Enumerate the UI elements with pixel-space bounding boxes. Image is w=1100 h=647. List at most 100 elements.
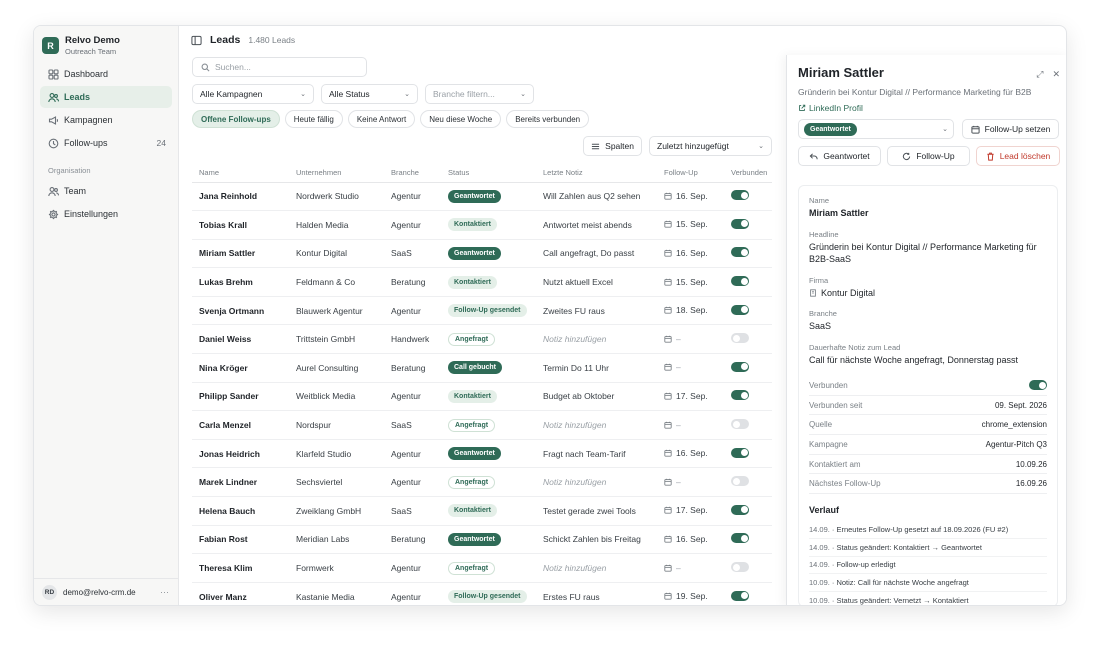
status-badge[interactable]: Kontaktiert [448, 504, 497, 518]
lead-note[interactable]: Notiz hinzufügen [536, 553, 657, 583]
close-icon[interactable]: ✕ [1052, 69, 1060, 80]
table-row[interactable]: Philipp Sander Weitblick Media Agentur Kont… [192, 382, 772, 412]
table-row[interactable]: Fabian Rost Meridian Labs Beratung Geantwor… [192, 525, 772, 555]
followup-date[interactable]: 16. Sep. [664, 534, 708, 544]
status-badge[interactable]: Follow-Up gesendet [448, 590, 527, 604]
status-badge[interactable]: Angefragt [448, 475, 496, 489]
expand-icon[interactable]: ⤢ [1036, 69, 1043, 80]
status-badge[interactable]: Geantwortet [448, 532, 501, 546]
filter-select[interactable]: Alle Kampagnen ⌄ [192, 84, 314, 104]
status-select[interactable]: Geantwortet ⌄ [798, 119, 954, 139]
followup-date[interactable]: 16. Sep. [664, 448, 708, 458]
connected-toggle[interactable] [731, 447, 749, 458]
followup-date[interactable]: – [664, 362, 681, 372]
filter-chip[interactable]: Bereits verbunden [506, 110, 590, 128]
connected-toggle[interactable] [731, 333, 749, 344]
followup-date[interactable]: 19. Sep. [664, 591, 708, 601]
table-row[interactable]: Tobias Krall Halden Media Agentur Kontaktie… [192, 210, 772, 240]
followup-date[interactable]: 16. Sep. [664, 248, 708, 258]
followup-date[interactable]: 17. Sep. [664, 505, 708, 515]
column-header[interactable]: Branche [384, 164, 441, 183]
column-header[interactable]: Follow-Up [657, 164, 724, 183]
lead-name[interactable]: Helena Bauch [192, 496, 289, 526]
connected-toggle[interactable] [1029, 380, 1047, 391]
lead-note[interactable]: Notiz hinzufügen [536, 467, 657, 498]
answered-button[interactable]: Geantwortet [798, 146, 881, 166]
followup-date[interactable]: 15. Sep. [664, 277, 708, 287]
followup-date[interactable]: – [664, 334, 681, 344]
lead-name[interactable]: Marek Lindner [192, 467, 289, 498]
sidebar-item-kampagnen[interactable]: Kampagnen [40, 109, 172, 131]
lead-note[interactable]: Notiz hinzufügen [536, 324, 657, 355]
sidebar-item-follow-ups[interactable]: Follow-ups 24 [40, 132, 172, 154]
sidebar-item-dashboard[interactable]: Dashboard [40, 63, 172, 85]
status-badge[interactable]: Angefragt [448, 418, 496, 432]
sidebar-item-leads[interactable]: Leads [40, 86, 172, 108]
lead-note[interactable]: Notiz hinzufügen [536, 410, 657, 440]
connected-toggle[interactable] [731, 562, 749, 573]
lead-name[interactable]: Svenja Ortmann [192, 296, 289, 326]
lead-name[interactable]: Miriam Sattler [192, 239, 289, 269]
connected-toggle[interactable] [731, 247, 749, 258]
lead-name[interactable]: Jana Reinhold [192, 182, 289, 212]
status-badge[interactable]: Geantwortet [448, 447, 501, 461]
followup-date[interactable]: 18. Sep. [664, 305, 708, 315]
table-row[interactable]: Carla Menzel Nordspur SaaS Angefragt Notiz h… [192, 410, 772, 440]
status-badge[interactable]: Angefragt [448, 332, 496, 346]
linkedin-link[interactable]: LinkedIn Profil [798, 103, 1060, 113]
lead-name[interactable]: Jonas Heidrich [192, 439, 289, 469]
connected-toggle[interactable] [731, 533, 749, 544]
connected-toggle[interactable] [731, 504, 749, 515]
table-row[interactable]: Svenja Ortmann Blauwerk Agentur Agentur Fol… [192, 296, 772, 326]
lead-name[interactable]: Oliver Manz [192, 582, 289, 605]
sidebar-item-einstellungen[interactable]: Einstellungen [40, 203, 172, 225]
lead-name[interactable]: Daniel Weiss [192, 324, 289, 355]
more-icon[interactable]: ··· [160, 587, 169, 597]
status-badge[interactable]: Kontaktiert [448, 218, 497, 232]
delete-lead-button[interactable]: Lead löschen [976, 146, 1060, 166]
columns-button[interactable]: Spalten [583, 136, 642, 156]
status-badge[interactable]: Follow-Up gesendet [448, 304, 527, 318]
search-box[interactable] [192, 57, 367, 77]
filter-chip[interactable]: Heute fällig [284, 110, 343, 128]
brand[interactable]: R Relvo Demo Outreach Team [42, 35, 120, 56]
filter-select[interactable]: Branche filtern... ⌄ [425, 84, 534, 104]
connected-toggle[interactable] [731, 190, 749, 201]
column-header[interactable]: Status [441, 164, 536, 183]
lead-name[interactable]: Carla Menzel [192, 410, 289, 440]
table-row[interactable]: Miriam Sattler Kontur Digital SaaS Geantwor… [192, 239, 772, 269]
table-row[interactable]: Nina Kröger Aurel Consulting Beratung Call … [192, 353, 772, 383]
column-header[interactable]: Verbunden [724, 164, 772, 183]
followup-button[interactable]: Follow-Up [887, 146, 970, 166]
connected-toggle[interactable] [731, 276, 749, 287]
followup-date[interactable]: – [664, 420, 681, 430]
lead-name[interactable]: Tobias Krall [192, 210, 289, 240]
table-row[interactable]: Helena Bauch Zweiklang GmbH SaaS Kontaktier… [192, 496, 772, 526]
followup-date[interactable]: 15. Sep. [664, 219, 708, 229]
column-header[interactable]: Letzte Notiz [536, 164, 657, 183]
search-input[interactable] [215, 62, 355, 72]
table-row[interactable]: Marek Lindner Sechsviertel Agentur Angefrag… [192, 467, 772, 498]
table-row[interactable]: Theresa Klim Formwerk Agentur Angefragt Noti… [192, 553, 772, 583]
connected-toggle[interactable] [731, 218, 749, 229]
connected-toggle[interactable] [731, 304, 749, 315]
column-header[interactable]: Unternehmen [289, 164, 384, 183]
user-footer[interactable]: RD demo@relvo-crm.de ··· [34, 578, 179, 605]
table-row[interactable]: Lukas Brehm Feldmann & Co Beratung Kontakti… [192, 267, 772, 297]
followup-date[interactable]: 17. Sep. [664, 391, 708, 401]
set-followup-button[interactable]: Follow-Up setzen [962, 119, 1059, 139]
filter-chip[interactable]: Neu diese Woche [420, 110, 502, 128]
lead-name[interactable]: Theresa Klim [192, 553, 289, 583]
sidebar-toggle-icon[interactable] [191, 35, 202, 46]
sort-select[interactable]: Zuletzt hinzugefügt ⌄ [649, 136, 772, 156]
followup-date[interactable]: – [664, 477, 681, 487]
filter-select[interactable]: Alle Status ⌄ [321, 84, 418, 104]
connected-toggle[interactable] [731, 361, 749, 372]
status-badge[interactable]: Call gebucht [448, 361, 503, 375]
table-row[interactable]: Jonas Heidrich Klarfeld Studio Agentur Gean… [192, 439, 772, 469]
status-badge[interactable]: Angefragt [448, 561, 496, 575]
connected-toggle[interactable] [731, 390, 749, 401]
table-row[interactable]: Oliver Manz Kastanie Media Agentur Follow-U… [192, 582, 772, 605]
followup-date[interactable]: – [664, 563, 681, 573]
connected-toggle[interactable] [731, 476, 749, 487]
